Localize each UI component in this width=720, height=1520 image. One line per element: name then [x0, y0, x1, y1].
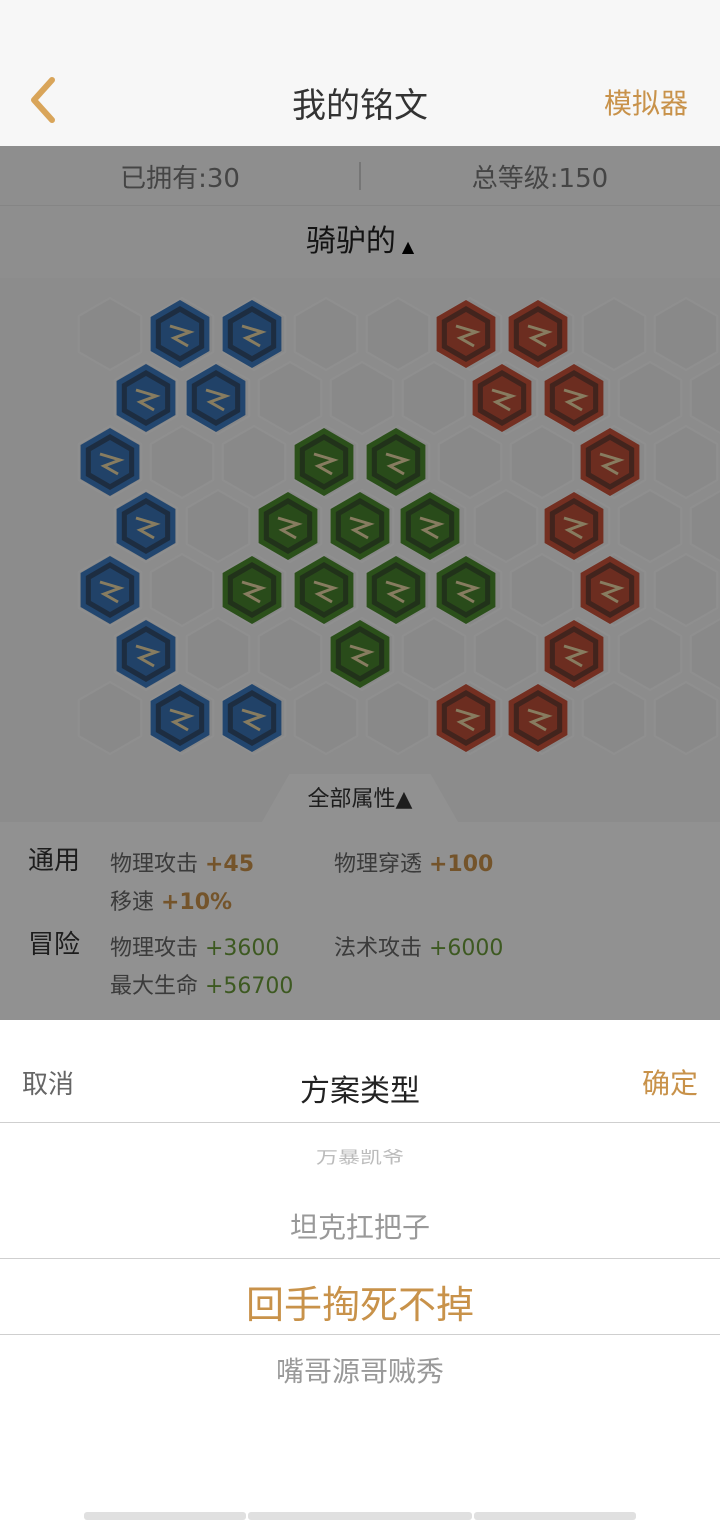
plan-type-picker: 取消 方案类型 确定 万暴凯爷 坦克扛把子 回手掏死不掉 嘴哥源哥贼秀: [0, 1024, 720, 1520]
picker-title: 方案类型: [300, 1074, 420, 1109]
header: 我的铭文 模拟器: [0, 60, 720, 146]
confirm-button[interactable]: 确定: [642, 1062, 698, 1102]
modal-overlay[interactable]: [0, 146, 720, 1020]
nav-bar-segment: [248, 1512, 472, 1520]
status-bar: [0, 0, 720, 60]
selection-line-bottom: [0, 1334, 720, 1335]
picker-option[interactable]: 嘴哥源哥贼秀: [0, 1350, 720, 1390]
picker-option[interactable]: 万暴凯爷: [0, 1144, 720, 1168]
divider: [0, 1122, 720, 1123]
picker-option-selected[interactable]: 回手掏死不掉: [0, 1274, 720, 1329]
simulator-button[interactable]: 模拟器: [604, 82, 688, 122]
nav-bar-segment: [84, 1512, 246, 1520]
picker-option[interactable]: 坦克扛把子: [0, 1206, 720, 1246]
selection-line-top: [0, 1258, 720, 1259]
nav-bar-segment: [474, 1512, 636, 1520]
